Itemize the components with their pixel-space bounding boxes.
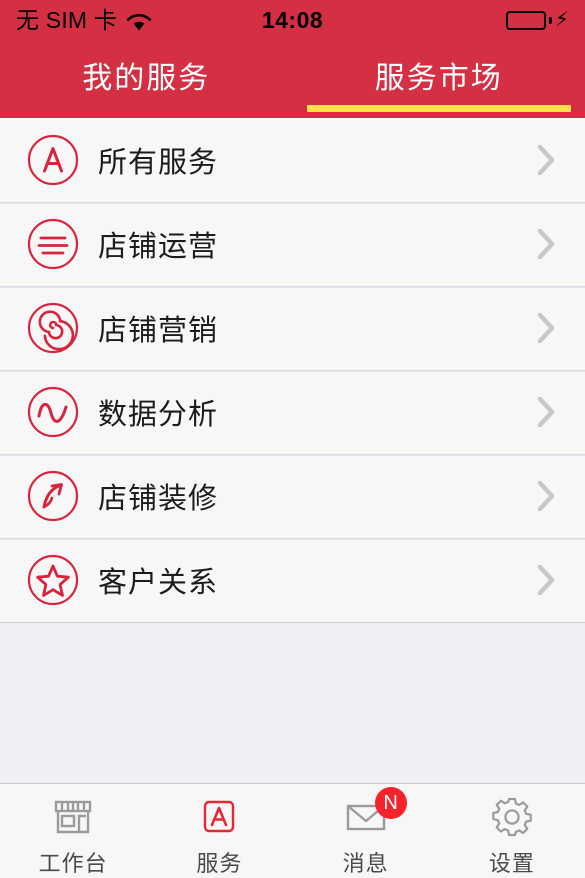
battery-full-icon	[505, 10, 546, 30]
chevron-right-icon	[535, 563, 557, 597]
list-item[interactable]: 所有服务	[0, 118, 585, 202]
tab-workbench-label: 工作台	[38, 851, 108, 876]
status-bar: 无 SIM 卡 14:08 ⚡	[0, 0, 585, 40]
list-item-label: 数据分析	[98, 399, 219, 431]
list-item[interactable]: 客户关系	[0, 538, 585, 622]
wifi-icon	[126, 11, 152, 30]
bottom-tab-bar: 工作台 服务 N 消息 设置	[0, 783, 585, 878]
chevron-right-icon	[535, 311, 557, 345]
list-item[interactable]: 数据分析	[0, 370, 585, 454]
list-item-label: 店铺运营	[98, 231, 219, 263]
list-item[interactable]: 店铺营销	[0, 286, 585, 370]
service-list: 所有服务 店铺运营 店铺营销 数据分析 店铺装修 客户关系	[0, 118, 585, 623]
list-item-label: 店铺营销	[98, 315, 219, 347]
circle-lines-icon	[26, 217, 80, 271]
status-badge: N	[374, 787, 407, 819]
circle-wave-icon	[26, 385, 80, 439]
status-bar-left: 无 SIM 卡	[16, 6, 152, 33]
tab-my-services[interactable]: 我的服务	[0, 40, 293, 118]
service-list-section: 所有服务 店铺运营 店铺营销 数据分析 店铺装修 客户关系	[0, 118, 585, 623]
chevron-right-icon	[535, 227, 557, 261]
carrier-label: 无 SIM 卡	[16, 6, 118, 33]
storefront-icon	[50, 794, 96, 840]
circle-star-icon	[26, 553, 80, 607]
envelope-icon: N	[343, 787, 407, 840]
list-item-label: 所有服务	[98, 147, 219, 179]
active-tab-indicator	[306, 105, 571, 112]
circle-letter-a-icon	[26, 133, 80, 187]
tab-service-market[interactable]: 服务市场	[293, 40, 585, 118]
list-item[interactable]: 店铺运营	[0, 202, 585, 286]
tab-services-label: 服务	[196, 851, 243, 876]
circle-spiral-icon	[26, 301, 80, 355]
tab-workbench[interactable]: 工作台	[0, 794, 146, 878]
tab-messages-label: 消息	[342, 851, 389, 876]
tab-services[interactable]: 服务	[146, 794, 292, 878]
tab-my-services-label: 我的服务	[82, 62, 211, 95]
tab-service-market-label: 服务市场	[374, 62, 503, 95]
chevron-right-icon	[535, 479, 557, 513]
tab-settings-label: 设置	[488, 851, 535, 876]
battery-cap	[548, 16, 552, 24]
list-item-label: 客户关系	[98, 567, 219, 599]
empty-space	[0, 623, 585, 783]
tab-settings[interactable]: 设置	[439, 794, 585, 878]
status-bar-right: ⚡	[505, 9, 569, 31]
letter-a-box-icon	[196, 794, 242, 840]
app-screen: 无 SIM 卡 14:08 ⚡ 我的服务 服务市场 所有服务 店铺运营 店铺营销…	[0, 0, 585, 878]
chevron-right-icon	[535, 395, 557, 429]
lightning-bolt-icon: ⚡	[554, 9, 569, 31]
gear-icon	[489, 794, 535, 840]
list-item[interactable]: 店铺装修	[0, 454, 585, 538]
chevron-right-icon	[535, 143, 557, 177]
top-tab-bar: 我的服务 服务市场	[0, 40, 585, 118]
tab-messages[interactable]: N 消息	[293, 787, 439, 878]
circle-brush-arrow-icon	[26, 469, 80, 523]
list-item-label: 店铺装修	[98, 483, 219, 515]
